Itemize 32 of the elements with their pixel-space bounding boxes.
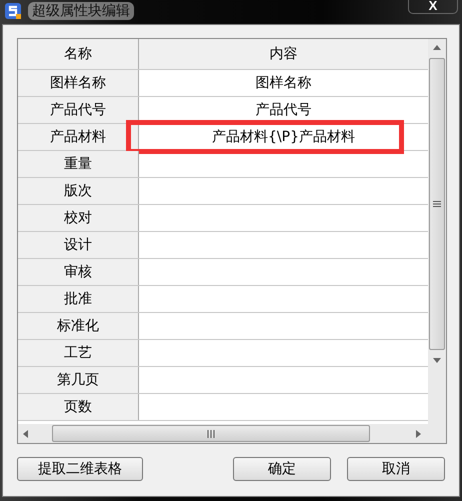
row-header: 第几页 xyxy=(18,367,139,393)
grip-icon[interactable] xyxy=(433,201,441,207)
row-header: 校对 xyxy=(18,205,139,231)
dialog-button[interactable]: 确定 xyxy=(233,457,331,481)
row-header: 批准 xyxy=(18,286,139,312)
grip-icon[interactable] xyxy=(207,430,215,438)
horizontal-scrollbar[interactable] xyxy=(18,424,446,443)
extract-table-button[interactable]: 提取二维表格 xyxy=(17,457,143,481)
row-header: 设计 xyxy=(18,232,139,258)
row-header: 版次 xyxy=(18,178,139,204)
row-header: 审核 xyxy=(18,259,139,285)
row-header: 图样名称 xyxy=(18,70,139,96)
app-logo-icon xyxy=(4,2,22,20)
row-header: 产品代号 xyxy=(18,97,139,123)
row-header: 产品材料 xyxy=(18,124,139,150)
scroll-left-icon[interactable] xyxy=(22,430,28,438)
table-cell[interactable]: 产品材料{\P}产品材料 xyxy=(139,124,428,150)
scroll-down-icon[interactable] xyxy=(433,358,441,364)
column-header: 内容 xyxy=(139,39,428,69)
column-header: 名称 xyxy=(18,39,139,69)
dialog-button[interactable]: 取消 xyxy=(347,457,445,481)
scroll-right-icon[interactable] xyxy=(416,430,422,438)
table-cell[interactable]: 产品代号 xyxy=(139,97,428,123)
window-title: 超级属性块编辑 xyxy=(28,2,134,20)
row-header: 标准化 xyxy=(18,313,139,339)
close-button[interactable]: X xyxy=(408,0,458,14)
row-header: 页数 xyxy=(18,394,139,420)
row-header: 重量 xyxy=(18,151,139,177)
row-header: 工艺 xyxy=(18,340,139,366)
table-cell[interactable]: 图样名称 xyxy=(139,70,428,96)
scroll-up-icon[interactable] xyxy=(433,44,441,50)
vertical-scrollbar[interactable] xyxy=(428,39,446,424)
